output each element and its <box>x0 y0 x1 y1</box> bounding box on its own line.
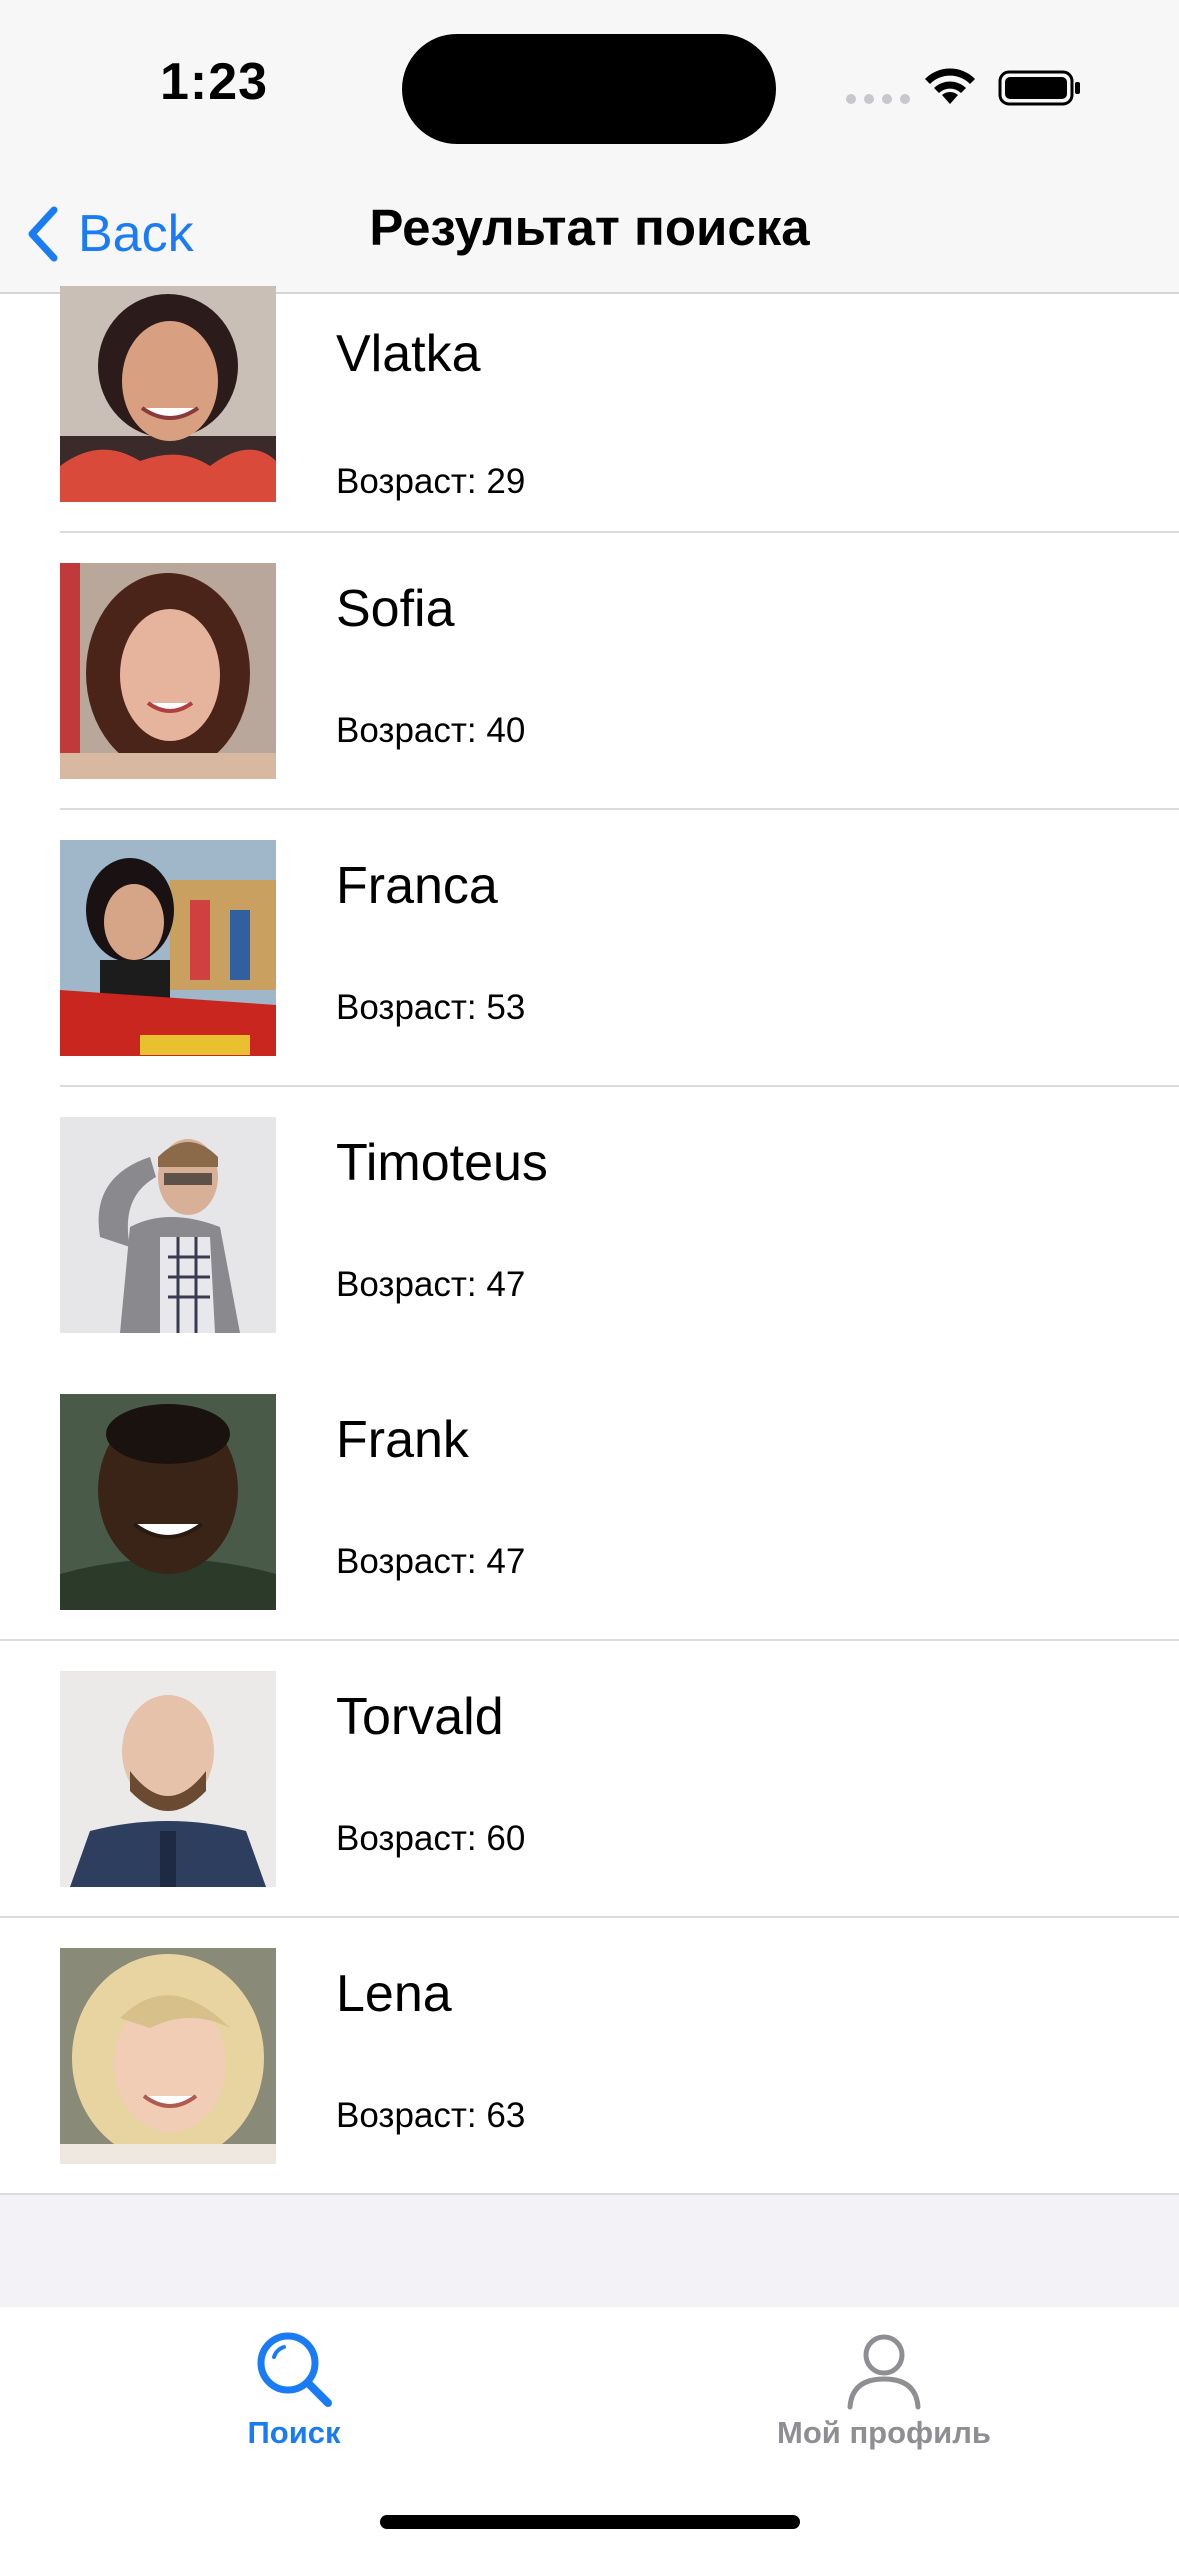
result-name: Vlatka <box>336 325 481 383</box>
page-title: Результат поиска <box>369 199 810 256</box>
tab-search[interactable]: Поиск <box>134 2327 454 2477</box>
screen: 1:23 Back Результат поиска Vlatka Возрас… <box>0 0 1179 2556</box>
avatar <box>60 563 276 779</box>
person-icon <box>847 2334 921 2410</box>
status-bar: 1:23 <box>0 0 1179 176</box>
results-list: Vlatka Возраст: 29 Sofia Возраст: 40 Fra… <box>0 286 1179 2195</box>
result-age: Возраст: 53 <box>336 988 526 1027</box>
list-item[interactable]: Vlatka Возраст: 29 <box>0 286 1179 533</box>
result-name: Torvald <box>336 1688 504 1746</box>
avatar <box>60 1394 276 1610</box>
wifi-icon <box>925 68 975 104</box>
result-age: Возраст: 40 <box>336 711 526 750</box>
list-item[interactable]: Torvald Возраст: 60 <box>0 1641 1179 1918</box>
result-age: Возраст: 60 <box>336 1819 526 1858</box>
home-indicator[interactable] <box>380 2515 800 2529</box>
tab-my-profile-label: Мой профиль <box>777 2415 991 2450</box>
result-name: Timoteus <box>336 1134 548 1192</box>
avatar <box>60 286 276 502</box>
battery-icon <box>998 70 1080 106</box>
list-item[interactable]: Sofia Возраст: 40 <box>0 533 1179 810</box>
tab-my-profile[interactable]: Мой профиль <box>724 2327 1044 2477</box>
cellular-signal-icon <box>846 94 910 104</box>
result-name: Frank <box>336 1411 469 1469</box>
avatar <box>60 1948 276 2164</box>
status-time: 1:23 <box>160 53 269 111</box>
avatar <box>60 1117 276 1333</box>
result-name: Sofia <box>336 580 455 638</box>
result-name: Franca <box>336 857 498 915</box>
result-name: Lena <box>336 1965 452 2023</box>
dynamic-island <box>402 34 776 144</box>
navigation-bar: Back Результат поиска <box>0 176 1179 294</box>
list-item[interactable]: Timoteus Возраст: 47 <box>0 1087 1179 1364</box>
result-age: Возраст: 63 <box>336 2096 526 2135</box>
result-age: Возраст: 47 <box>336 1265 526 1304</box>
avatar <box>60 1671 276 1887</box>
list-item[interactable]: Lena Возраст: 63 <box>0 1918 1179 2195</box>
list-footer <box>0 2195 1179 2307</box>
tab-search-label: Поиск <box>247 2415 341 2450</box>
result-age: Возраст: 29 <box>336 462 526 501</box>
magnifier-icon <box>257 2332 332 2407</box>
list-item[interactable]: Franca Возраст: 53 <box>0 810 1179 1087</box>
result-age: Возраст: 47 <box>336 1542 526 1581</box>
avatar <box>60 840 276 1056</box>
list-item[interactable]: Frank Возраст: 47 <box>0 1364 1179 1641</box>
